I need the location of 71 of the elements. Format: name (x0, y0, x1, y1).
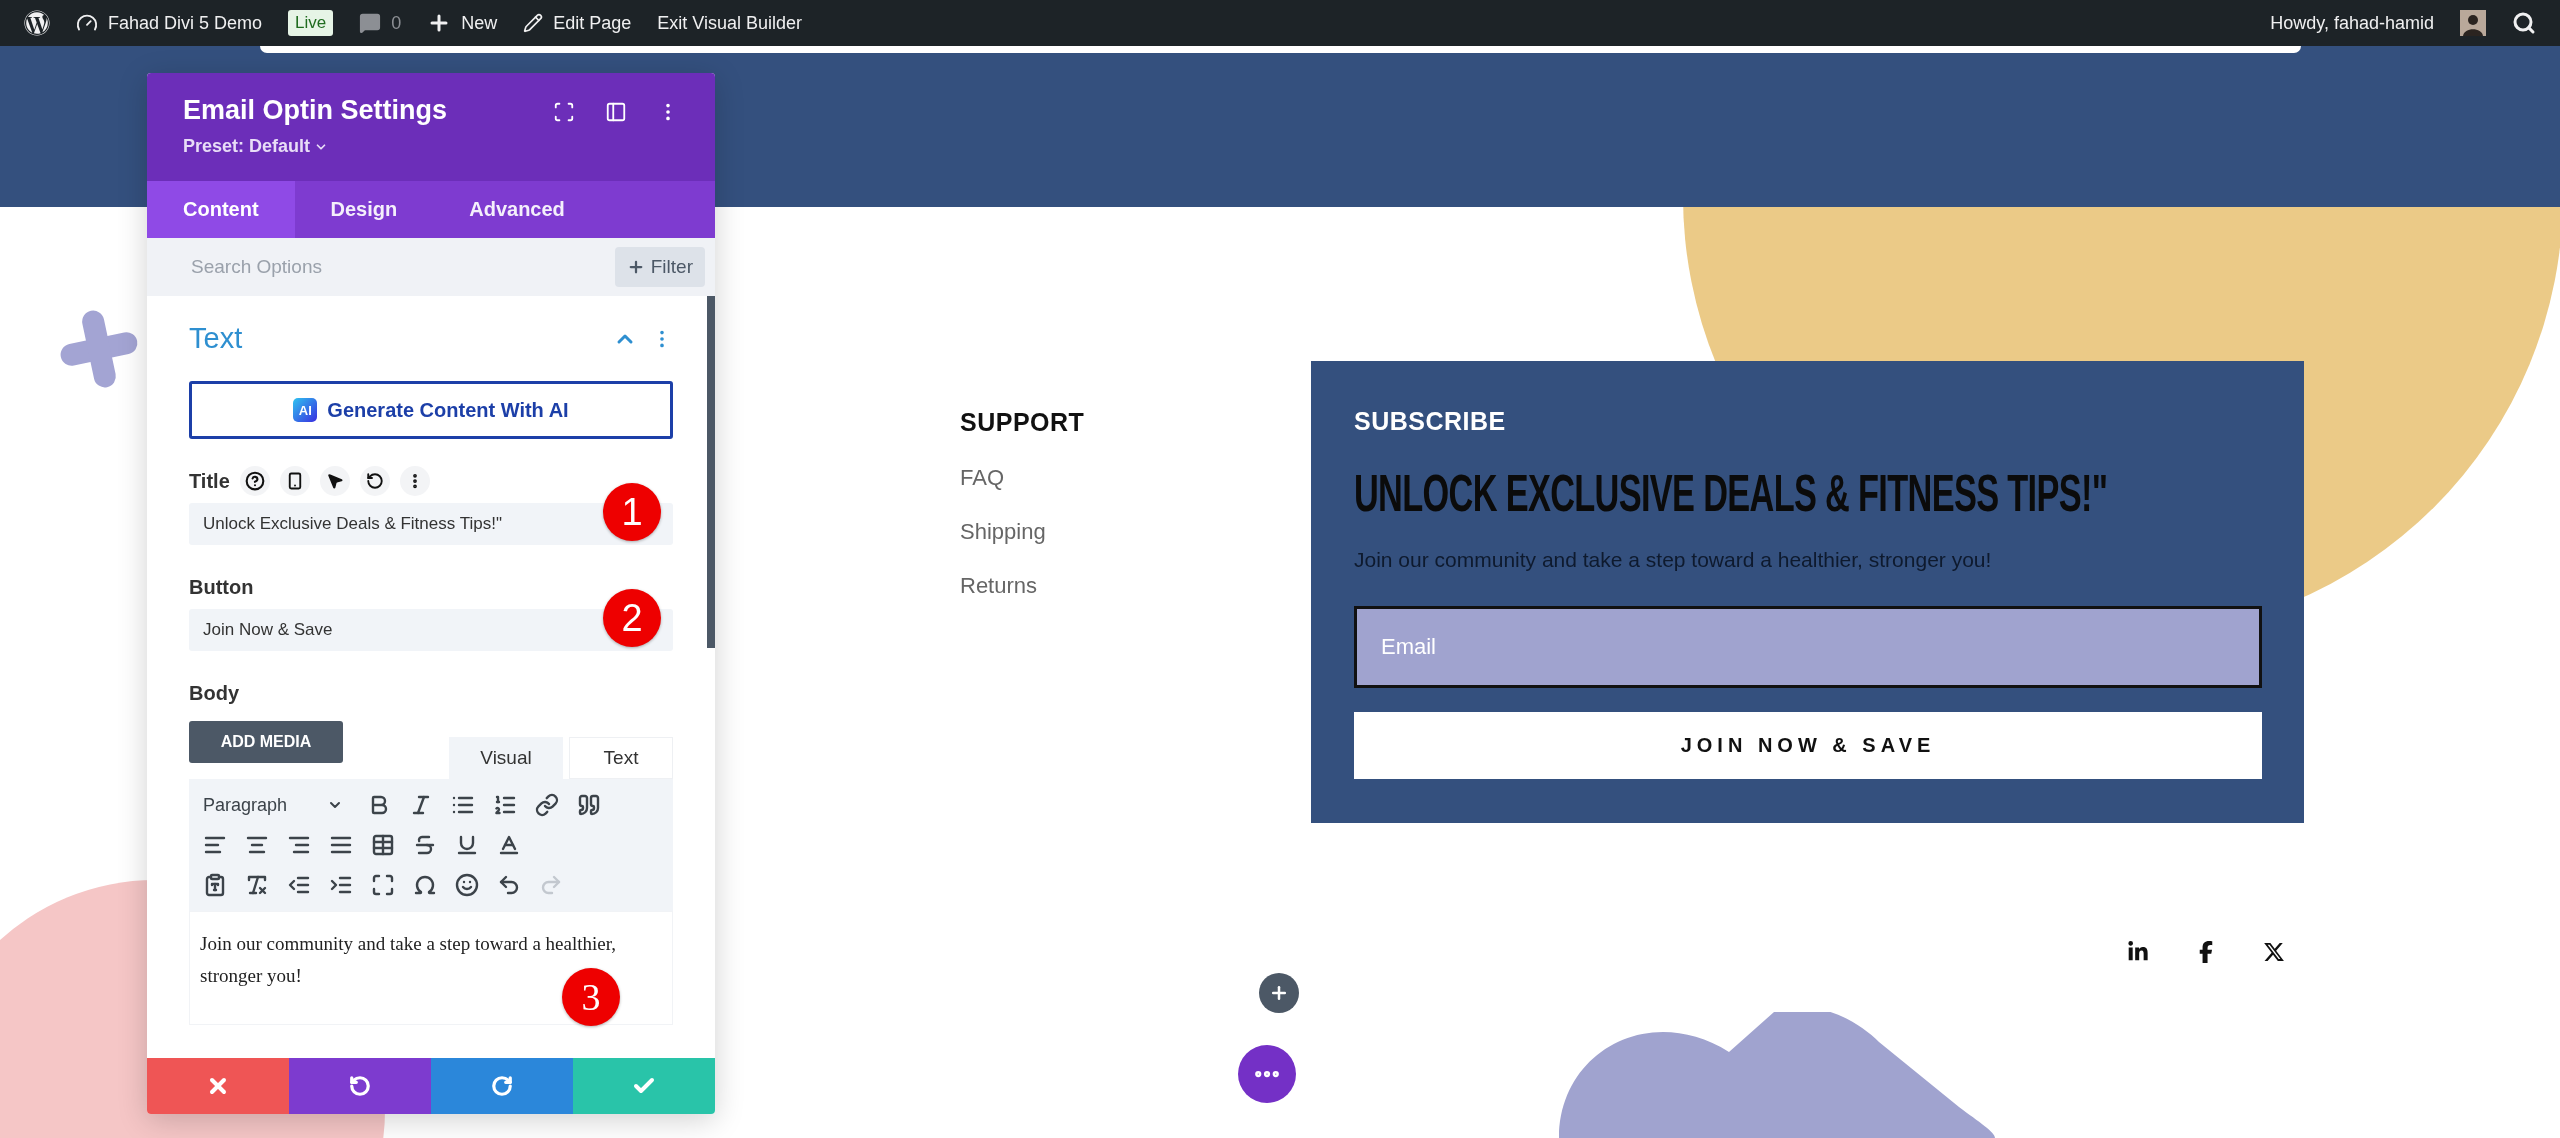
subscribe-text: Join our community and take a step toward a healthier, stronger you! (1354, 548, 1993, 572)
add-media-button[interactable]: ADD MEDIA (189, 721, 343, 763)
status-badge: Live (288, 10, 334, 36)
number-marker: 2 (603, 589, 661, 647)
generate-ai-button[interactable]: AI Generate Content With AI (189, 381, 673, 439)
editor-tab[interactable]: Visual (449, 737, 563, 779)
undo-icon[interactable] (349, 1075, 371, 1097)
omega-icon[interactable] (413, 873, 437, 897)
panel-title: Email Optin Settings (183, 95, 448, 126)
comments-link[interactable]: 0 (359, 12, 402, 34)
footer-heading: SUPPORT (960, 408, 1086, 437)
undo-icon[interactable] (497, 873, 521, 897)
editor-tab[interactable]: Text (569, 737, 673, 779)
number-marker: 3 (562, 968, 620, 1026)
avatar[interactable] (2460, 10, 2486, 36)
fullscreen-icon[interactable] (371, 873, 395, 897)
redo-icon[interactable] (491, 1075, 513, 1097)
focus-icon[interactable] (553, 101, 575, 123)
scrollbar[interactable] (707, 296, 715, 648)
panel-tab[interactable]: Design (294, 181, 434, 238)
quote-icon[interactable] (577, 793, 602, 817)
site-link[interactable]: Fahad Divi 5 Demo (76, 12, 263, 34)
plus-icon[interactable] (1269, 983, 1289, 1003)
table-icon[interactable] (371, 833, 395, 857)
comment-icon[interactable] (359, 12, 382, 34)
linkedin-icon[interactable] (2127, 941, 2149, 963)
filter-button[interactable]: Filter (614, 247, 705, 287)
preset-dropdown[interactable]: Preset: Default (183, 136, 329, 157)
add-row-button[interactable] (1259, 973, 1299, 1013)
join-button[interactable]: JOIN NOW & SAVE (1354, 712, 2262, 779)
builder-menu-button[interactable] (1238, 1045, 1296, 1103)
reset-icon[interactable] (365, 472, 384, 490)
paste-text-icon[interactable] (203, 873, 227, 897)
clear-formatting-icon[interactable] (245, 873, 269, 897)
format-dropdown[interactable]: Paragraph (203, 794, 350, 816)
panel-layout-icon[interactable] (605, 101, 627, 123)
panel-tab[interactable]: Advanced (433, 181, 601, 238)
pencil-icon[interactable] (523, 13, 544, 33)
responsive-button[interactable] (279, 466, 310, 496)
number-marker: 1 (603, 483, 661, 541)
text-color-icon[interactable] (497, 833, 521, 857)
editor-area[interactable]: Join our community and take a step toward a healthier, stronger you! 3 (189, 911, 673, 1025)
numbered-list-icon[interactable] (493, 793, 518, 817)
cursor-icon[interactable] (325, 472, 344, 490)
x-icon[interactable] (2263, 941, 2285, 963)
hover-button[interactable] (319, 466, 350, 496)
footer-link[interactable]: Returns (960, 573, 1311, 599)
footer-link[interactable]: FAQ (960, 465, 1311, 491)
field-label: Button (189, 575, 254, 599)
search-icon[interactable] (2512, 11, 2536, 35)
smiley-icon[interactable] (455, 873, 479, 897)
account-link[interactable]: Howdy, fahad-hamid (2270, 12, 2434, 34)
section-title[interactable]: Text (189, 322, 243, 355)
footer-link[interactable]: Shipping (960, 519, 1311, 545)
link-icon[interactable] (535, 793, 560, 817)
subscribe-label: SUBSCRIBE (1354, 407, 1507, 436)
email-field[interactable]: Email (1354, 606, 2262, 688)
new-link[interactable]: New (427, 11, 498, 35)
search-field[interactable]: Search Options (189, 255, 489, 279)
exit-builder-link[interactable]: Exit Visual Builder (657, 12, 803, 34)
field-label: Body (189, 681, 239, 705)
subscribe-headline: UNLOCK EXCLUSIVE DEALS & FITNESS TIPS!" (1354, 464, 2108, 522)
panel-tab[interactable]: Content (147, 181, 295, 238)
edit-page-link[interactable]: Edit Page (523, 12, 632, 34)
field-label: Title (189, 469, 230, 493)
reset-button[interactable] (359, 466, 390, 496)
undo-button[interactable] (289, 1058, 431, 1114)
underline-icon[interactable] (455, 833, 479, 857)
strikethrough-icon[interactable] (413, 833, 437, 857)
wordpress-icon[interactable] (24, 10, 50, 36)
options-button[interactable] (399, 466, 430, 496)
